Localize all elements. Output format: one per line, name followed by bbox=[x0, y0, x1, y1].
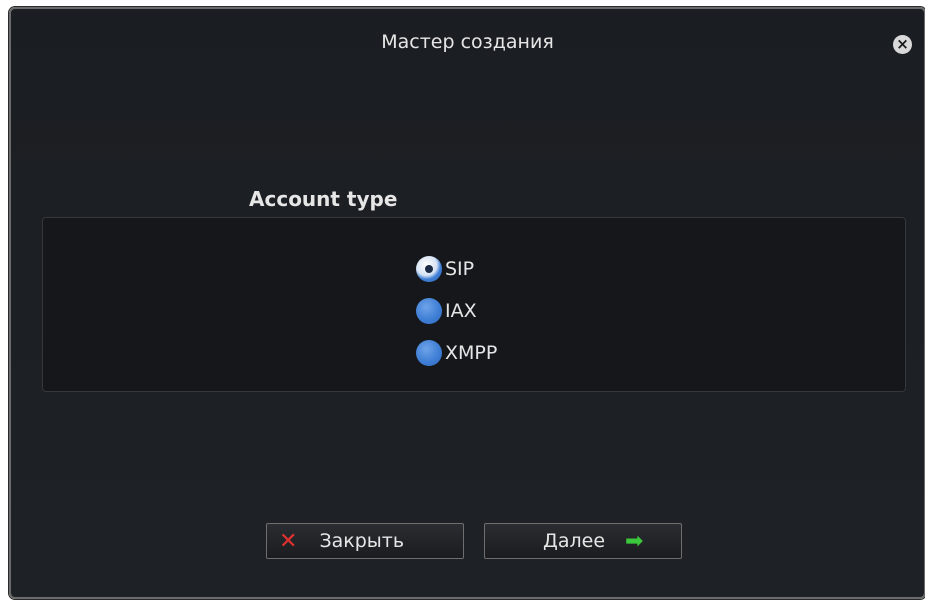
close-button[interactable]: ✕ Закрыть bbox=[266, 523, 464, 559]
radio-option-iax[interactable]: IAX bbox=[416, 290, 497, 332]
close-icon[interactable]: × bbox=[893, 35, 912, 54]
radio-option-xmpp[interactable]: XMPP bbox=[416, 332, 497, 374]
radio-label-sip: SIP bbox=[445, 258, 475, 280]
radio-unchecked-icon[interactable] bbox=[416, 340, 442, 366]
radio-option-sip[interactable]: SIP bbox=[416, 248, 497, 290]
account-type-radio-list: SIP IAX XMPP bbox=[416, 248, 497, 374]
arrow-right-icon: ➡ bbox=[625, 528, 644, 554]
radio-label-iax: IAX bbox=[445, 300, 477, 322]
radio-unchecked-icon[interactable] bbox=[416, 298, 442, 324]
wizard-dialog: Мастер создания × Account type SIP IAX X… bbox=[9, 7, 925, 599]
radio-checked-icon[interactable] bbox=[416, 256, 442, 282]
radio-dot bbox=[425, 265, 433, 273]
account-type-label: Account type bbox=[249, 187, 398, 211]
account-type-group: SIP IAX XMPP bbox=[42, 217, 906, 392]
next-button[interactable]: Далее ➡ bbox=[484, 523, 682, 559]
close-button-label: Закрыть bbox=[319, 530, 405, 552]
next-button-label: Далее bbox=[543, 530, 606, 552]
cross-icon: ✕ bbox=[279, 528, 298, 554]
radio-label-xmpp: XMPP bbox=[445, 342, 498, 364]
dialog-title: Мастер создания bbox=[381, 31, 554, 53]
